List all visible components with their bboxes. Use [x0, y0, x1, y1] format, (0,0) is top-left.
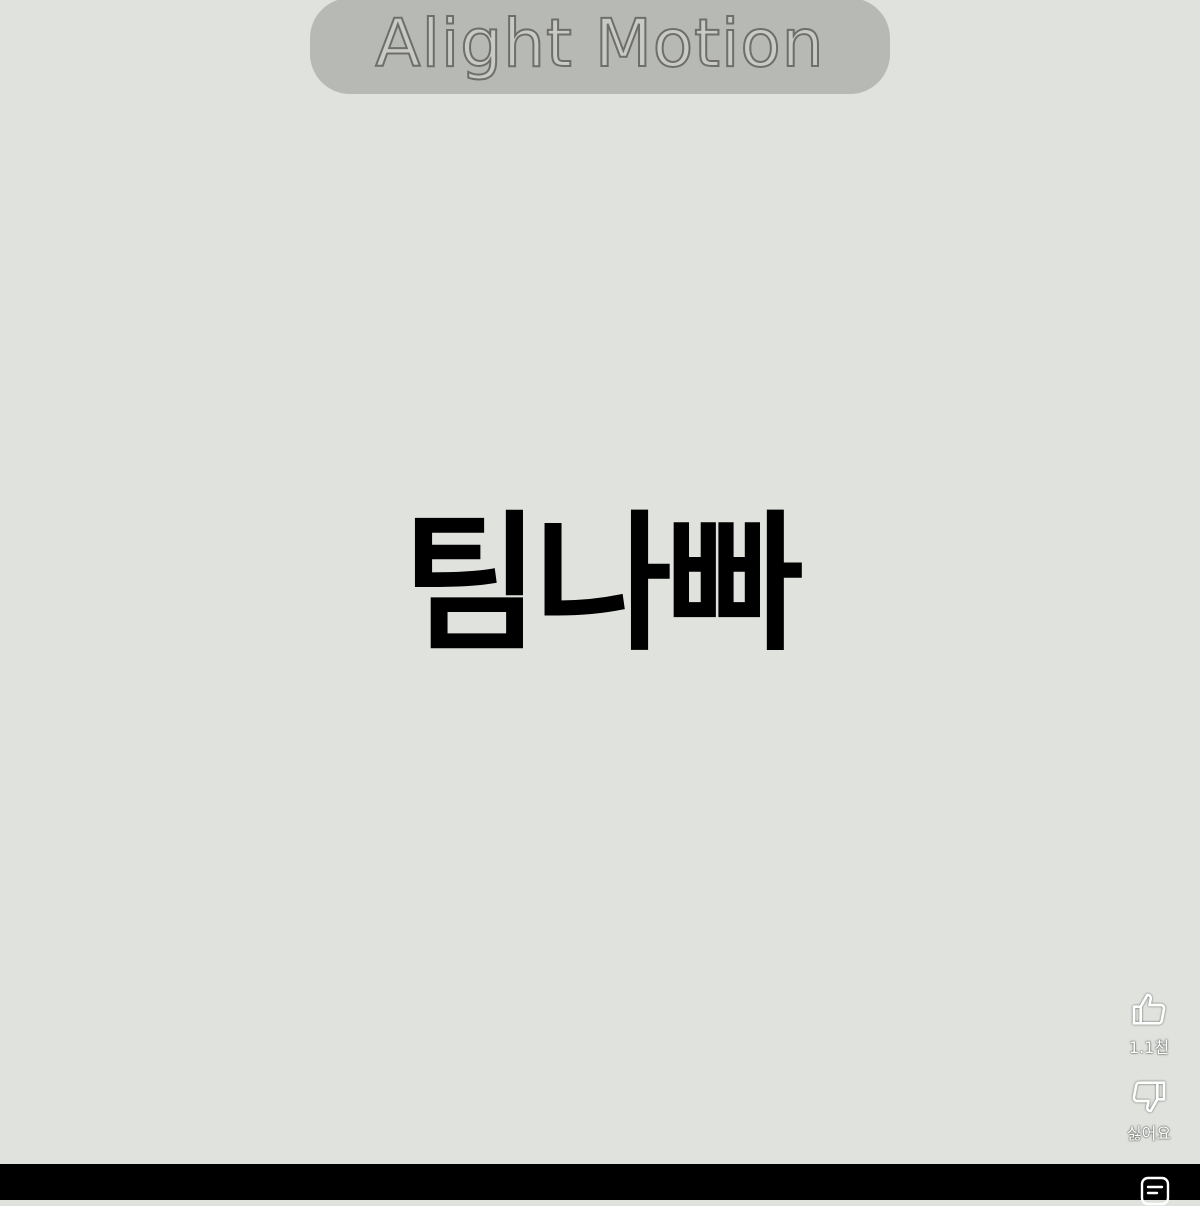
comment-icon[interactable]	[1140, 1176, 1170, 1206]
watermark-text: Alight Motion	[374, 5, 825, 82]
side-action-bar: 1.1천 싫어요	[1110, 990, 1188, 1144]
thumbs-down-icon	[1132, 1081, 1166, 1113]
like-count: 1.1천	[1128, 1038, 1170, 1057]
watermark-pill: Alight Motion	[310, 0, 890, 94]
dislike-label: 싫어요	[1126, 1124, 1172, 1143]
dislike-button[interactable]: 싫어요	[1127, 1076, 1171, 1144]
thumbs-up-icon	[1132, 993, 1166, 1025]
bottom-bar	[0, 1164, 1200, 1206]
like-button[interactable]: 1.1천	[1129, 990, 1169, 1058]
main-title: 팀나빠	[401, 498, 804, 672]
